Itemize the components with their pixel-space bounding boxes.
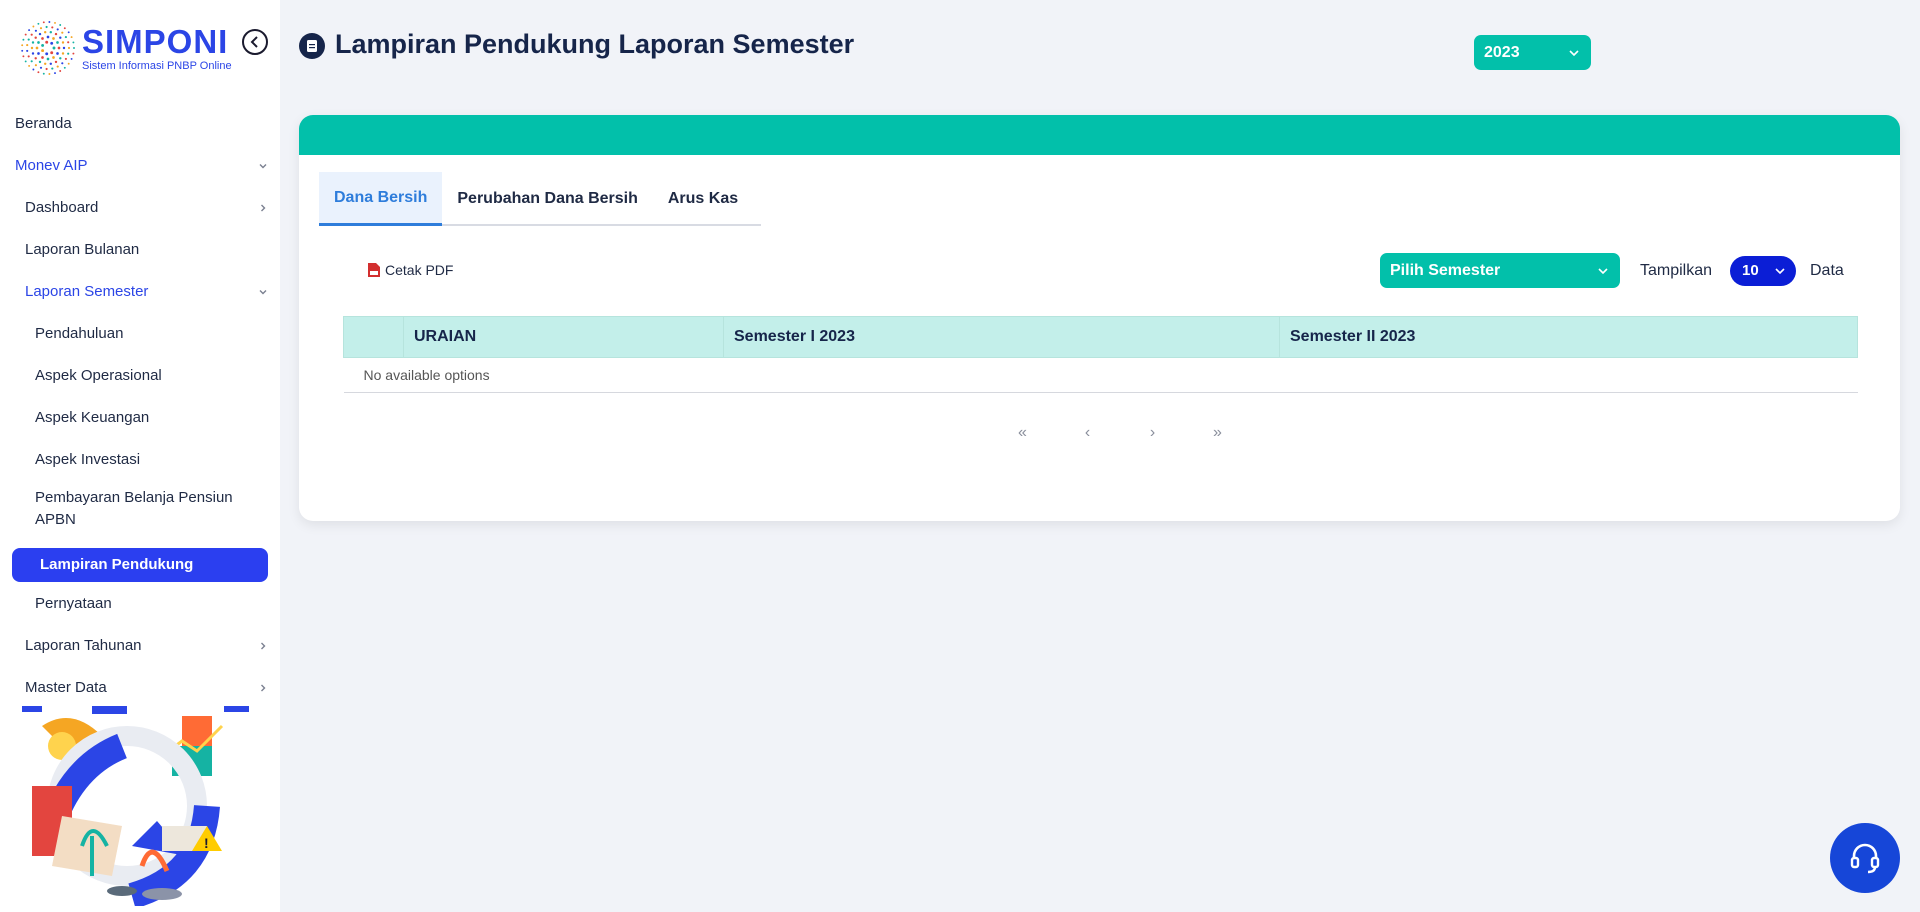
sidebar-item-label: Laporan Semester	[25, 283, 149, 300]
chevron-right-icon	[261, 684, 266, 692]
sidebar-illustration: !	[22, 706, 249, 906]
sidebar-item-label: Laporan Bulanan	[25, 241, 140, 258]
first-page-button[interactable]: «	[990, 424, 1055, 442]
sidebar-item-monev-aip[interactable]: Monev AIP	[0, 148, 280, 184]
chevron-down-icon	[1775, 268, 1785, 275]
pagination: « ‹ › »	[990, 424, 1250, 442]
cetak-pdf-button[interactable]: Cetak PDF	[367, 262, 453, 278]
prev-page-button[interactable]: ‹	[1055, 424, 1120, 442]
svg-text:!: !	[204, 835, 209, 851]
chevron-right-icon	[261, 204, 266, 212]
table-header-row: URAIAN Semester I 2023 Semester II 2023	[343, 316, 1858, 358]
chevron-down-icon	[259, 164, 267, 169]
semester-select-placeholder: Pilih Semester	[1390, 262, 1501, 279]
cetak-pdf-label: Cetak PDF	[385, 262, 454, 278]
semester-select[interactable]: Pilih Semester	[1380, 253, 1620, 288]
sidebar-item-label: Master Data	[25, 679, 107, 696]
year-select[interactable]: 2023	[1474, 35, 1591, 70]
page-size-value: 10	[1742, 262, 1759, 279]
card-header-bar	[299, 115, 1900, 155]
chevron-down-icon	[1569, 50, 1579, 57]
sidebar-item-label: Lampiran Pendukung	[40, 556, 194, 573]
sidebar-item-lampiran-pendukung[interactable]: Lampiran Pendukung	[12, 548, 268, 582]
simponi-logo-icon	[21, 21, 75, 75]
tab-bar: Dana Bersih Perubahan Dana Bersih Arus K…	[319, 172, 761, 226]
empty-table-message: No available options	[343, 357, 1858, 393]
document-icon	[299, 33, 325, 59]
column-header-semester-2[interactable]: Semester II 2023	[1279, 316, 1858, 358]
column-header-select[interactable]	[343, 316, 404, 358]
sidebar-item-pembayaran-belanja-pensiun-apbn[interactable]: Pembayaran Belanja Pensiun APBN	[0, 484, 280, 534]
logo-subtitle: Sistem Informasi PNBP Online	[82, 59, 232, 72]
sidebar-item-label: Aspek Operasional	[35, 367, 162, 384]
data-label: Data	[1810, 262, 1844, 279]
chevron-right-icon	[261, 642, 266, 650]
sidebar-item-label: Aspek Keuangan	[35, 409, 150, 426]
table-row: No available options	[343, 357, 1858, 393]
column-header-semester-1[interactable]: Semester I 2023	[723, 316, 1280, 358]
chevron-down-icon	[1598, 268, 1608, 275]
tampilkan-label: Tampilkan	[1640, 262, 1713, 279]
sidebar-item-label: Pernyataan	[35, 595, 112, 612]
sidebar-item-label: Dashboard	[25, 199, 99, 216]
sidebar-item-aspek-investasi[interactable]: Aspek Investasi	[0, 442, 280, 478]
sidebar-item-laporan-semester[interactable]: Laporan Semester	[0, 274, 280, 310]
sidebar-item-aspek-keuangan[interactable]: Aspek Keuangan	[0, 400, 280, 436]
logo-title: SIMPONI	[82, 22, 229, 60]
sidebar: SIMPONI Sistem Informasi PNBP Online Ber…	[0, 0, 280, 912]
sidebar-item-label: Aspek Investasi	[35, 451, 141, 468]
page-size-select[interactable]: 10	[1730, 256, 1796, 286]
help-support-button[interactable]	[1830, 823, 1900, 893]
tab-arus-kas[interactable]: Arus Kas	[653, 172, 753, 226]
year-select-value: 2023	[1484, 44, 1520, 61]
headset-icon	[1850, 843, 1880, 874]
sidebar-item-aspek-operasional[interactable]: Aspek Operasional	[0, 358, 280, 394]
tab-perubahan-dana-bersih[interactable]: Perubahan Dana Bersih	[442, 172, 653, 226]
sidebar-item-label: Pembayaran Belanja Pensiun APBN	[35, 489, 233, 528]
sidebar-item-laporan-bulanan[interactable]: Laporan Bulanan	[0, 232, 280, 268]
column-header-uraian[interactable]: URAIAN	[403, 316, 724, 358]
sidebar-item-master-data[interactable]: Master Data	[0, 670, 280, 706]
next-page-button[interactable]: ›	[1120, 424, 1185, 442]
sidebar-item-pernyataan[interactable]: Pernyataan	[0, 586, 280, 622]
pdf-icon	[368, 263, 380, 277]
chevron-left-icon	[250, 36, 258, 48]
chevron-down-icon	[259, 290, 267, 295]
sidebar-item-laporan-tahunan[interactable]: Laporan Tahunan	[0, 628, 280, 664]
collapse-sidebar-button[interactable]	[242, 29, 268, 55]
sidebar-item-label: Pendahuluan	[35, 325, 124, 342]
sidebar-item-dashboard[interactable]: Dashboard	[0, 190, 280, 226]
sidebar-item-label: Laporan Tahunan	[25, 637, 142, 654]
page-title: Lampiran Pendukung Laporan Semester	[335, 29, 855, 59]
app-logo[interactable]: SIMPONI Sistem Informasi PNBP Online	[18, 18, 232, 78]
last-page-button[interactable]: »	[1185, 424, 1250, 442]
tab-dana-bersih[interactable]: Dana Bersih	[319, 172, 443, 226]
sidebar-item-label: Beranda	[15, 115, 72, 132]
sidebar-item-pendahuluan[interactable]: Pendahuluan	[0, 316, 280, 352]
sidebar-item-beranda[interactable]: Beranda	[0, 106, 280, 142]
data-table: URAIAN Semester I 2023 Semester II 2023 …	[343, 316, 1858, 393]
sidebar-item-label: Monev AIP	[15, 157, 88, 174]
